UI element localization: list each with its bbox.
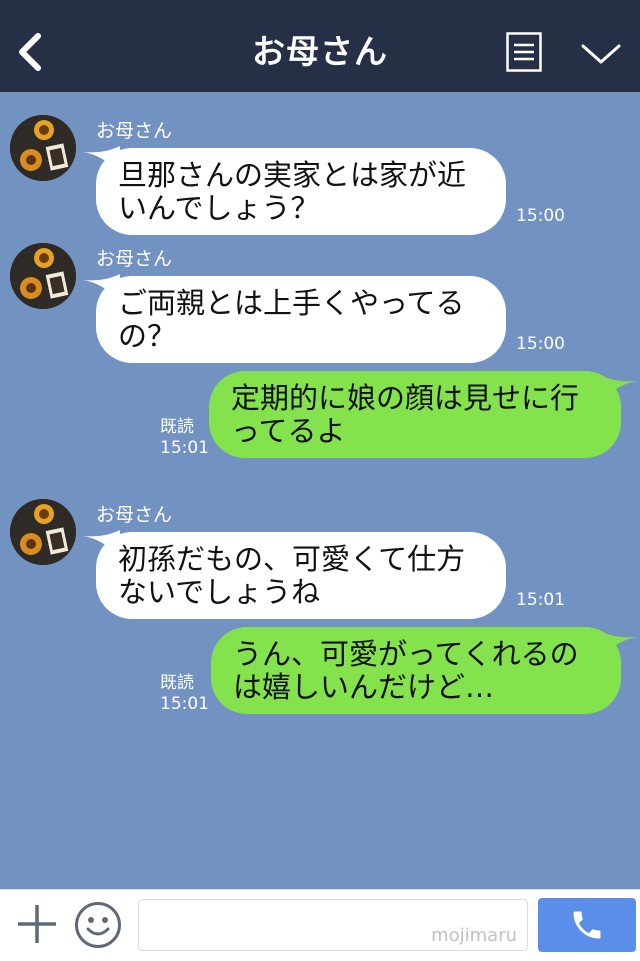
message-bubble[interactable]: 初孫だもの、可愛くて仕方 ないでしょうね — [96, 532, 506, 619]
message-time: 15:00 — [516, 206, 565, 226]
message-time: 15:01 — [516, 590, 565, 610]
read-receipt: 既読 — [160, 673, 194, 693]
avatar-icon — [10, 499, 76, 565]
input-bar: mojimaru — [0, 889, 640, 961]
smile-icon[interactable] — [74, 901, 122, 949]
chevron-down-icon[interactable] — [580, 40, 622, 68]
message-bubble[interactable]: ご両親とは上手くやってる の？ — [96, 276, 506, 363]
avatar-icon — [10, 115, 76, 181]
message-bubble[interactable]: 旦那さんの実家とは家が近 いんでしょう？ — [96, 148, 506, 235]
avatar[interactable] — [10, 115, 76, 181]
message-time: 15:01 — [160, 438, 209, 458]
menu-icon[interactable] — [506, 32, 542, 72]
message-time: 15:01 — [160, 694, 209, 714]
read-receipt: 既読 — [160, 417, 194, 437]
message-bubble[interactable]: 定期的に娘の顔は見せに行 ってるよ — [209, 371, 621, 458]
bubble-tail — [600, 631, 638, 659]
avatar[interactable] — [10, 499, 76, 565]
avatar-icon — [10, 243, 76, 309]
chat-title: お母さん — [252, 32, 388, 71]
message-input[interactable]: mojimaru — [138, 899, 528, 951]
avatar[interactable] — [10, 243, 76, 309]
call-button[interactable] — [538, 898, 636, 952]
message-bubble[interactable]: うん、可愛がってくれるの は嬉しいんだけど… — [211, 627, 621, 714]
plus-icon[interactable] — [16, 903, 58, 945]
message-time: 15:00 — [516, 334, 565, 354]
sender-name: お母さん — [96, 120, 173, 142]
bubble-tail — [600, 375, 638, 403]
sender-name: お母さん — [96, 248, 173, 270]
watermark-text: mojimaru — [431, 925, 517, 946]
phone-icon — [573, 911, 601, 939]
sender-name: お母さん — [96, 504, 173, 526]
chat-header: お母さん — [0, 0, 640, 92]
